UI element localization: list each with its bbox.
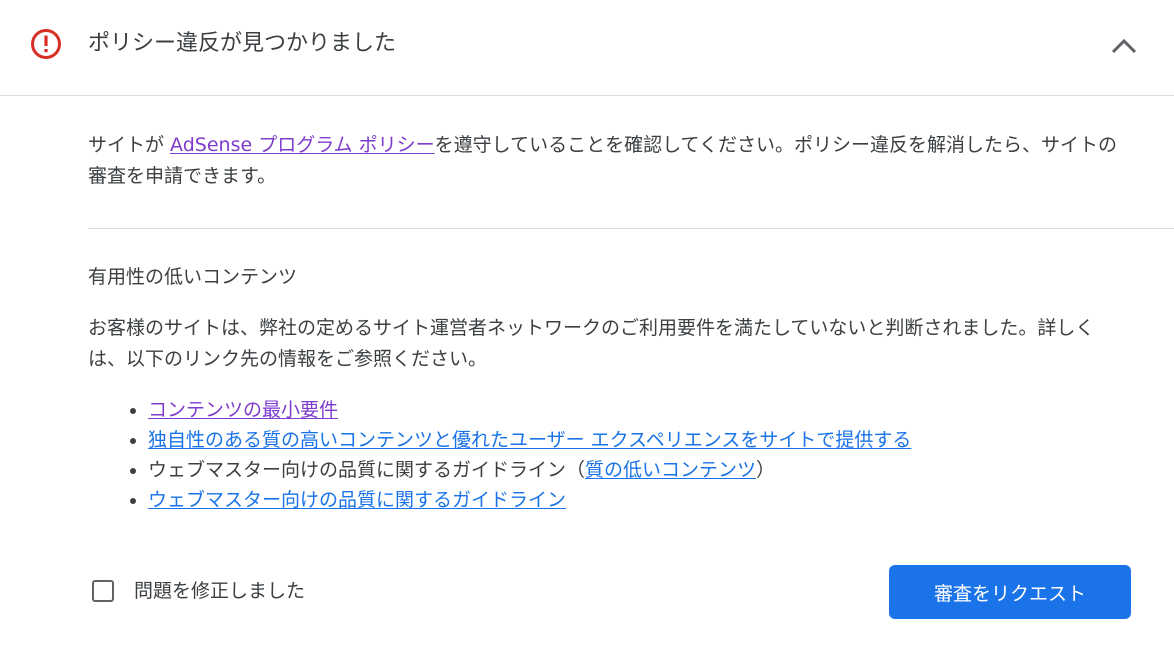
panel-header[interactable]: ポリシー違反が見つかりました [0, 0, 1174, 96]
section-description: お客様のサイトは、弊社の定めるサイト運営者ネットワークのご利用要件を満たしていな… [88, 317, 1095, 370]
list-item: ウェブマスター向けの品質に関するガイドライン（質の低いコンテンツ） [148, 455, 1168, 485]
intro-prefix: サイトが [88, 134, 171, 156]
list-item: コンテンツの最小要件 [148, 395, 1168, 425]
webmaster-guidelines-prefix: ウェブマスター向けの品質に関するガイドライン（ [148, 459, 586, 481]
webmaster-guidelines-suffix: ） [756, 459, 776, 481]
section-title: 有用性の低いコンテンツ [88, 266, 298, 288]
fixed-issues-label[interactable]: 問題を修正しました [134, 576, 305, 606]
fixed-issues-checkbox-row[interactable]: 問題を修正しました [92, 576, 305, 606]
intro-text: サイトが AdSense プログラム ポリシーを遵守していることを確認してくださ… [88, 130, 1118, 192]
quality-content-ux-link[interactable]: 独自性のある質の高いコンテンツと優れたユーザー エクスペリエンスをサイトで提供す… [148, 429, 911, 451]
low-quality-content-link[interactable]: 質の低いコンテンツ [585, 459, 756, 481]
webmaster-quality-guidelines-link[interactable]: ウェブマスター向けの品質に関するガイドライン [148, 489, 566, 511]
minimum-content-requirements-link[interactable]: コンテンツの最小要件 [148, 399, 338, 421]
resource-link-list: コンテンツの最小要件 独自性のある質の高いコンテンツと優れたユーザー エクスペリ… [128, 395, 1168, 515]
chevron-up-icon [1111, 38, 1137, 54]
panel-title: ポリシー違反が見つかりました [88, 31, 397, 56]
adsense-policy-link[interactable]: AdSense プログラム ポリシー [170, 134, 435, 156]
list-item: ウェブマスター向けの品質に関するガイドライン [148, 485, 1168, 515]
policy-violation-panel: ポリシー違反が見つかりました サイトが AdSense プログラム ポリシーを遵… [0, 0, 1174, 654]
collapse-button[interactable] [1102, 24, 1146, 68]
error-circle-icon [31, 29, 61, 59]
request-review-button[interactable]: 審査をリクエスト [889, 565, 1131, 619]
section-divider [88, 228, 1174, 229]
checkbox-unchecked-icon[interactable] [92, 580, 114, 602]
list-item: 独自性のある質の高いコンテンツと優れたユーザー エクスペリエンスをサイトで提供す… [148, 425, 1168, 455]
